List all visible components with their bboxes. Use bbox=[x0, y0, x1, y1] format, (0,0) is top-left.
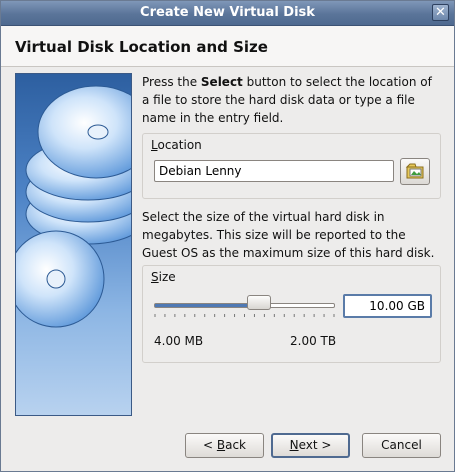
size-slider-fill bbox=[155, 304, 259, 307]
next-label-rest: ext > bbox=[298, 438, 332, 452]
size-input[interactable] bbox=[343, 294, 432, 318]
location-group: Location bbox=[142, 133, 441, 199]
wizard-side-image bbox=[15, 73, 132, 416]
next-button[interactable]: Next > bbox=[271, 433, 350, 458]
size-group: Size 4.00 MB 2.00 TB bbox=[142, 265, 441, 363]
page-title: Virtual Disk Location and Size bbox=[15, 38, 268, 56]
intro-text-pre: Press the bbox=[142, 75, 201, 89]
title-bar[interactable]: Create New Virtual Disk ✕ bbox=[1, 1, 454, 26]
intro-text-bold: Select bbox=[200, 75, 243, 89]
size-label: Size bbox=[151, 270, 176, 284]
next-label-mnemonic: N bbox=[289, 438, 299, 452]
back-label-pre: < bbox=[202, 438, 217, 452]
window-title: Create New Virtual Disk bbox=[140, 5, 315, 20]
size-max-label: 2.00 TB bbox=[290, 334, 337, 348]
location-input[interactable] bbox=[154, 160, 394, 182]
back-label-rest: ack bbox=[225, 438, 246, 452]
location-label-rest: ocation bbox=[157, 138, 202, 152]
size-slider-handle[interactable] bbox=[246, 295, 271, 310]
close-icon: ✕ bbox=[435, 5, 446, 20]
disks-illustration-icon bbox=[16, 85, 131, 328]
wizard-header: Virtual Disk Location and Size bbox=[1, 26, 454, 67]
slider-ticks bbox=[154, 314, 335, 317]
select-location-button[interactable] bbox=[400, 158, 430, 185]
intro-text: Press the Select button to select the lo… bbox=[142, 73, 442, 127]
cancel-button[interactable]: Cancel bbox=[362, 433, 441, 458]
dialog-window: Create New Virtual Disk ✕ Virtual Disk L… bbox=[0, 0, 455, 472]
folder-open-icon bbox=[405, 163, 424, 179]
location-label: Location bbox=[151, 138, 202, 152]
size-min-label: 4.00 MB bbox=[154, 334, 204, 348]
size-label-mnemonic: S bbox=[151, 270, 159, 284]
back-label-mnemonic: B bbox=[216, 438, 226, 452]
size-description: Select the size of the virtual hard disk… bbox=[142, 210, 435, 260]
size-label-rest: ize bbox=[158, 270, 176, 284]
close-button[interactable]: ✕ bbox=[432, 4, 449, 21]
back-button[interactable]: < Back bbox=[185, 433, 264, 458]
size-slider-track[interactable] bbox=[154, 303, 335, 308]
